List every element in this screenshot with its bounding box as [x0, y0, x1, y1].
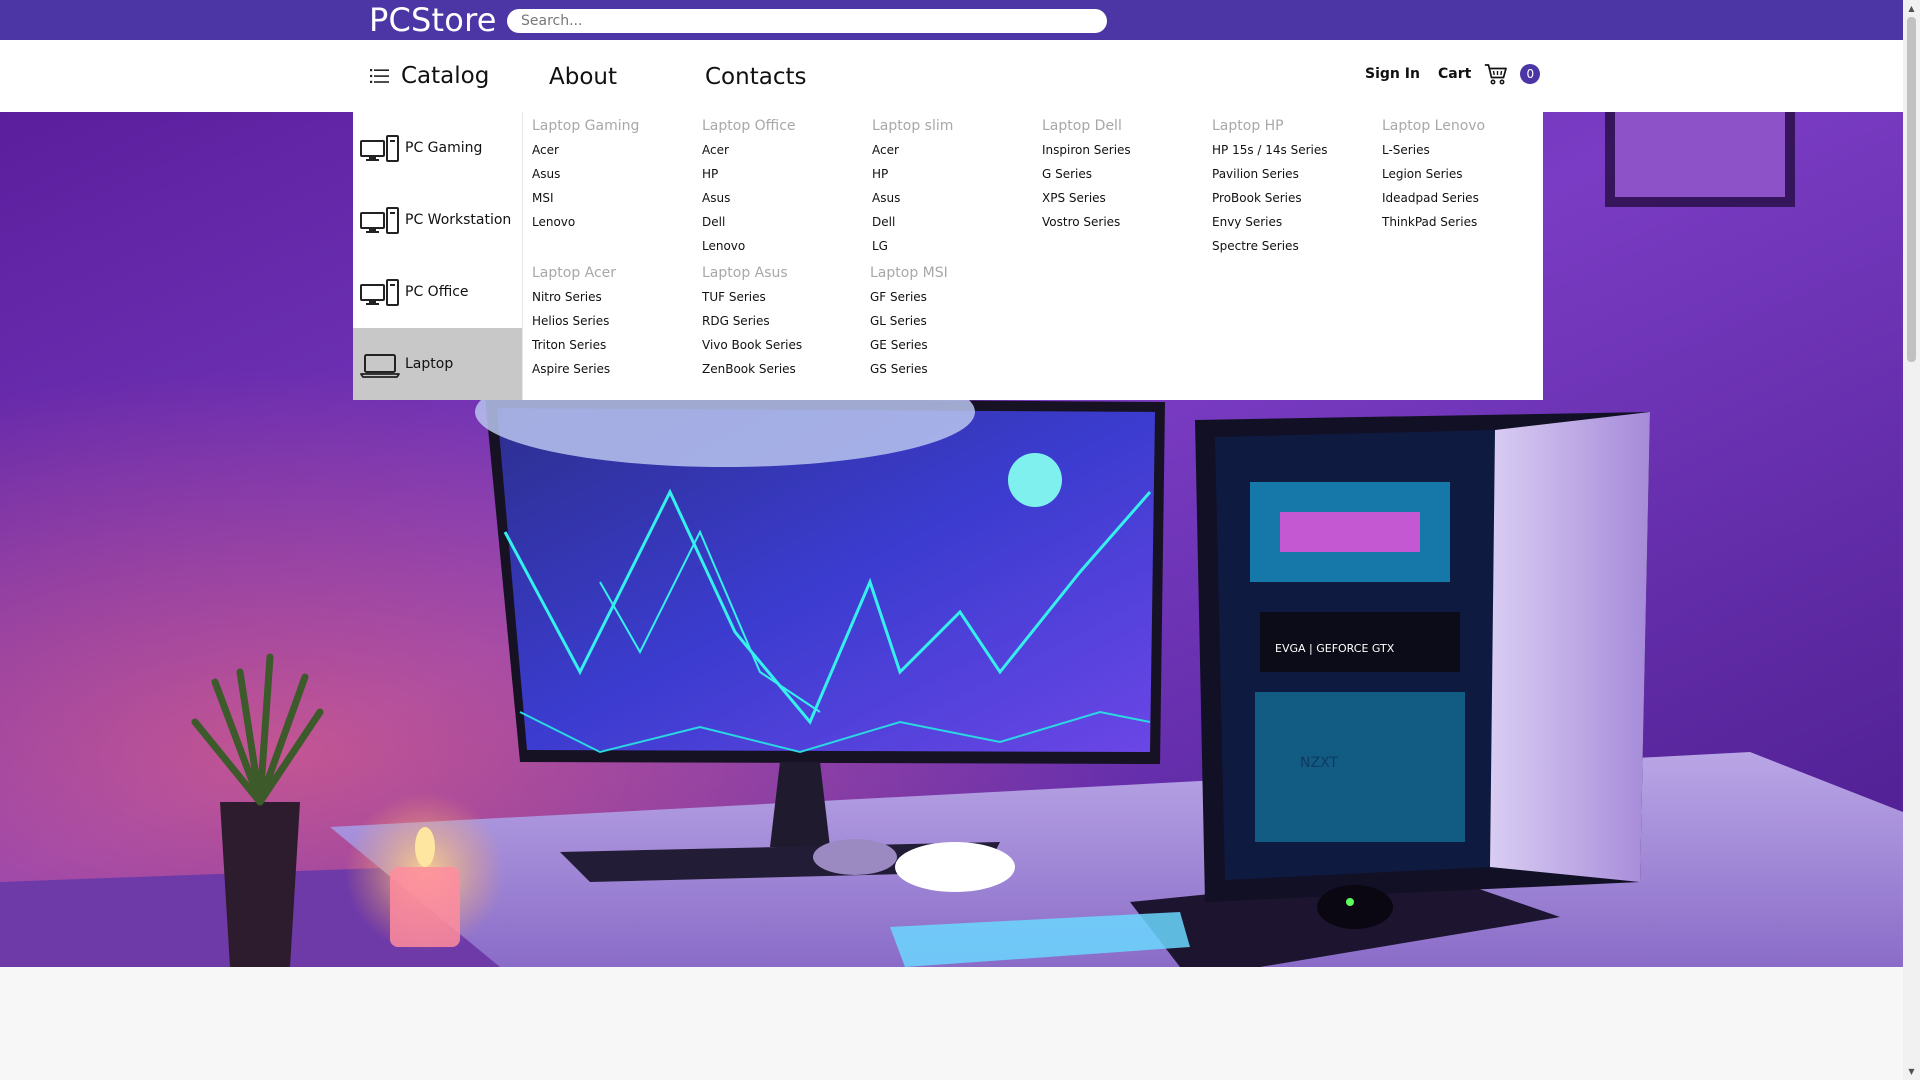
menu-link[interactable]: HP: [872, 162, 1032, 186]
menu-link[interactable]: Pavilion Series: [1212, 162, 1372, 186]
menu-link[interactable]: G Series: [1042, 162, 1202, 186]
menu-link[interactable]: Acer: [872, 138, 1032, 162]
menu-link[interactable]: Vostro Series: [1042, 210, 1202, 234]
menu-link[interactable]: Dell: [702, 210, 862, 234]
menu-link[interactable]: Envy Series: [1212, 210, 1372, 234]
menu-link[interactable]: XPS Series: [1042, 186, 1202, 210]
menu-link[interactable]: GS Series: [870, 357, 1030, 381]
menu-link[interactable]: L-Series: [1382, 138, 1542, 162]
category-item-pc-office[interactable]: PC Office: [353, 256, 522, 328]
group-title: Laptop Dell: [1042, 118, 1122, 134]
category-sidebar: PC Gaming PC Workstation PC Office Lapto…: [353, 112, 522, 400]
desktop-tower-icon: [360, 135, 399, 162]
group-title: Laptop Asus: [702, 265, 788, 281]
group-laptop-dell: Laptop Dell Inspiron Series G Series XPS…: [1042, 116, 1202, 234]
category-item-pc-workstation[interactable]: PC Workstation: [353, 184, 522, 256]
case-brand-label: NZXT: [1300, 755, 1338, 771]
site-logo[interactable]: PCStore: [369, 1, 497, 39]
menu-link[interactable]: Legion Series: [1382, 162, 1542, 186]
menu-link[interactable]: HP: [702, 162, 862, 186]
menu-link[interactable]: Asus: [872, 186, 1032, 210]
laptop-icon: [360, 354, 400, 378]
menu-link[interactable]: Dell: [872, 210, 1032, 234]
group-laptop-gaming: Laptop Gaming Acer Asus MSI Lenovo: [532, 116, 692, 234]
group-laptop-office: Laptop Office Acer HP Asus Dell Lenovo: [702, 116, 862, 258]
category-label: PC Gaming: [405, 140, 483, 156]
group-title: Laptop MSI: [870, 265, 948, 281]
menu-link[interactable]: Asus: [532, 162, 692, 186]
catalog-dropdown: PC Gaming PC Workstation PC Office Lapto…: [353, 112, 1543, 400]
menu-link[interactable]: GF Series: [870, 285, 1030, 309]
list-icon: [370, 69, 389, 83]
sign-in-link[interactable]: Sign In: [1365, 66, 1420, 82]
group-title: Laptop slim: [872, 118, 954, 134]
menu-link[interactable]: HP 15s / 14s Series: [1212, 138, 1372, 162]
menu-link[interactable]: TUF Series: [702, 285, 862, 309]
menu-link[interactable]: ProBook Series: [1212, 186, 1372, 210]
menu-link[interactable]: ThinkPad Series: [1382, 210, 1542, 234]
menu-link[interactable]: GE Series: [870, 333, 1030, 357]
group-title: Laptop Gaming: [532, 118, 640, 134]
group-title: Laptop Office: [702, 118, 796, 134]
group-title: Laptop Lenovo: [1382, 118, 1486, 134]
category-item-laptop[interactable]: Laptop: [353, 328, 522, 400]
search-input[interactable]: [507, 9, 1107, 33]
catalog-button[interactable]: Catalog: [368, 58, 489, 94]
cart-button[interactable]: Cart 0: [1438, 62, 1541, 86]
group-laptop-hp: Laptop HP HP 15s / 14s Series Pavilion S…: [1212, 116, 1372, 258]
menu-link[interactable]: Spectre Series: [1212, 234, 1372, 258]
desktop-tower-icon: [360, 207, 399, 234]
menu-link[interactable]: Inspiron Series: [1042, 138, 1202, 162]
group-title: Laptop Acer: [532, 265, 617, 281]
group-laptop-lenovo: Laptop Lenovo L-Series Legion Series Ide…: [1382, 116, 1542, 234]
nav-about-link[interactable]: About: [549, 62, 617, 92]
category-label: PC Office: [405, 284, 469, 300]
desktop-tower-icon: [360, 279, 399, 306]
main-nav: Catalog About Contacts Sign In Cart 0: [0, 40, 1903, 112]
menu-link[interactable]: RDG Series: [702, 309, 862, 333]
group-laptop-asus: Laptop Asus TUF Series RDG Series Vivo B…: [702, 263, 862, 381]
cart-label: Cart: [1438, 66, 1472, 82]
shopping-cart-icon: [1484, 64, 1508, 85]
menu-link[interactable]: Lenovo: [702, 234, 862, 258]
menu-link[interactable]: Helios Series: [532, 309, 692, 333]
group-laptop-msi: Laptop MSI GF Series GL Series GE Series…: [870, 263, 1030, 381]
menu-link[interactable]: ZenBook Series: [702, 357, 862, 381]
menu-link[interactable]: Asus: [702, 186, 862, 210]
menu-link[interactable]: Lenovo: [532, 210, 692, 234]
category-label: PC Workstation: [405, 212, 512, 228]
case-gpu-label: EVGA | GEFORCE GTX: [1275, 642, 1395, 655]
top-bar: PCStore: [0, 0, 1903, 40]
menu-link[interactable]: Nitro Series: [532, 285, 692, 309]
scroll-down-arrow-icon[interactable]: ▼: [1903, 1063, 1920, 1080]
group-title: Laptop HP: [1212, 118, 1284, 134]
cart-count-badge: 0: [1520, 64, 1541, 84]
group-laptop-slim: Laptop slim Acer HP Asus Dell LG: [872, 116, 1032, 258]
menu-link[interactable]: Acer: [532, 138, 692, 162]
menu-link[interactable]: Vivo Book Series: [702, 333, 862, 357]
menu-link[interactable]: MSI: [532, 186, 692, 210]
menu-link[interactable]: Aspire Series: [532, 357, 692, 381]
menu-link[interactable]: GL Series: [870, 309, 1030, 333]
scroll-up-arrow-icon[interactable]: ▲: [1903, 0, 1920, 17]
page-scrollbar[interactable]: ▲ ▼: [1903, 0, 1920, 1080]
scrollbar-thumb[interactable]: [1907, 17, 1916, 362]
menu-link[interactable]: Ideadpad Series: [1382, 186, 1542, 210]
category-label: Laptop: [405, 356, 454, 372]
menu-link[interactable]: Triton Series: [532, 333, 692, 357]
category-item-pc-gaming[interactable]: PC Gaming: [353, 112, 522, 184]
subcategory-panel: Laptop Gaming Acer Asus MSI Lenovo Lapto…: [522, 112, 1543, 400]
catalog-label: Catalog: [401, 63, 490, 89]
group-laptop-acer: Laptop Acer Nitro Series Helios Series T…: [532, 263, 692, 381]
menu-link[interactable]: Acer: [702, 138, 862, 162]
nav-contacts-link[interactable]: Contacts: [705, 62, 806, 92]
menu-link[interactable]: LG: [872, 234, 1032, 258]
